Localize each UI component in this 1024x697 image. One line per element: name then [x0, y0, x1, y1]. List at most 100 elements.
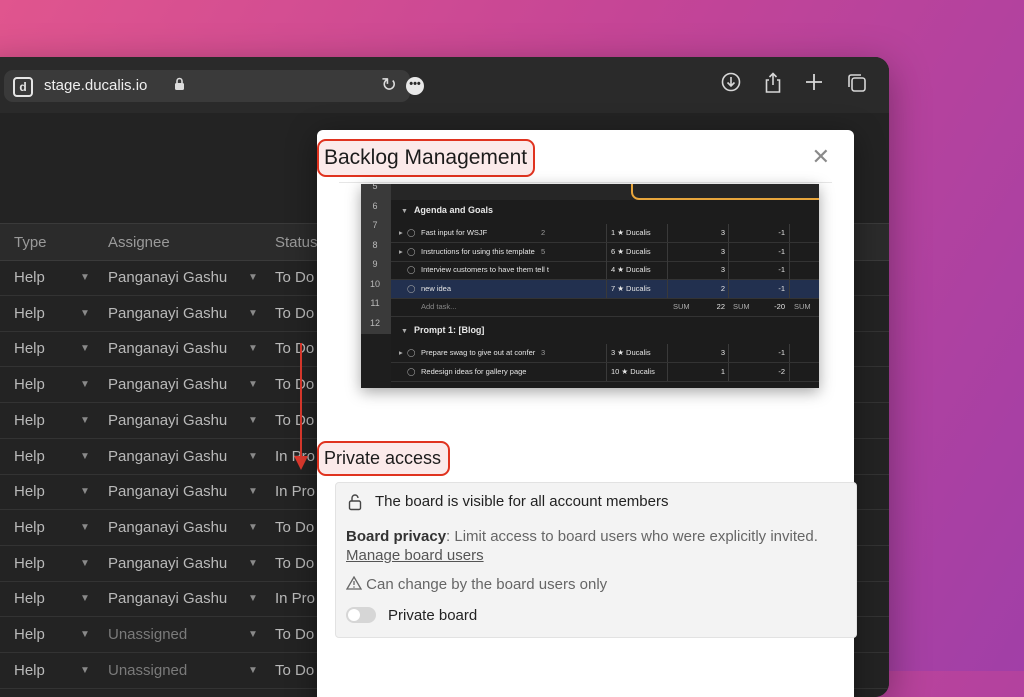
status-cell[interactable]: To Do: [275, 555, 314, 572]
chevron-down-icon[interactable]: ▼: [80, 486, 90, 497]
address-bar[interactable]: d stage.ducalis.io ↻ •••: [4, 70, 424, 102]
chevron-down-icon[interactable]: ▼: [80, 558, 90, 569]
column-header-type[interactable]: Type: [14, 234, 47, 251]
board-privacy-description: Board privacy: Limit access to board use…: [346, 527, 846, 565]
chevron-down-icon[interactable]: ▼: [248, 415, 258, 426]
reload-icon[interactable]: ↻: [381, 74, 397, 97]
preview-grid-line: [728, 224, 729, 242]
chevron-down-icon[interactable]: ▼: [80, 415, 90, 426]
assignee-cell[interactable]: Panganayi Gashu: [108, 376, 227, 393]
check-circle-icon: ◯: [407, 228, 416, 237]
preview-row-number: 7: [372, 220, 378, 230]
assignee-cell[interactable]: Panganayi Gashu: [108, 519, 227, 536]
chevron-down-icon[interactable]: ▼: [248, 308, 258, 319]
chevron-down-icon: ▼: [401, 328, 408, 335]
share-icon[interactable]: [763, 72, 783, 100]
assignee-cell[interactable]: Panganayi Gashu: [108, 305, 227, 322]
column-header-status[interactable]: Status: [275, 234, 318, 251]
chevron-down-icon[interactable]: ▼: [80, 379, 90, 390]
preview-group-heading: ▼ Prompt 1: [Blog]: [401, 325, 484, 335]
new-tab-icon[interactable]: [804, 72, 824, 98]
type-cell[interactable]: Help: [14, 519, 45, 536]
preview-task-row: ▸ ◯ Prepare swag to give out at confer 3 3 ★…: [391, 344, 819, 363]
chevron-down-icon[interactable]: ▼: [248, 629, 258, 640]
assignee-cell[interactable]: Panganayi Gashu: [108, 448, 227, 465]
assignee-cell[interactable]: Panganayi Gashu: [108, 483, 227, 500]
modal-title: Backlog Management: [317, 139, 535, 177]
preview-impact: 3: [720, 348, 725, 357]
download-icon[interactable]: [721, 72, 741, 98]
type-cell[interactable]: Help: [14, 626, 45, 643]
chevron-down-icon[interactable]: ▼: [80, 343, 90, 354]
assignee-cell[interactable]: Unassigned: [108, 626, 187, 643]
status-cell[interactable]: To Do: [275, 662, 314, 679]
private-board-toggle[interactable]: [346, 607, 376, 623]
preview-grid-line: [606, 344, 607, 362]
type-cell[interactable]: Help: [14, 662, 45, 679]
preview-row-number: 8: [372, 239, 378, 250]
preview-effort: -1: [778, 228, 785, 237]
type-cell[interactable]: Help: [14, 305, 45, 322]
warning-icon: [345, 575, 366, 593]
type-cell[interactable]: Help: [14, 340, 45, 357]
chevron-down-icon[interactable]: ▼: [248, 486, 258, 497]
status-cell[interactable]: In Pro: [275, 590, 315, 607]
preview-row-number: 5: [372, 184, 378, 191]
preview-grid-line: [606, 224, 607, 242]
status-cell[interactable]: To Do: [275, 519, 314, 536]
chevron-down-icon[interactable]: ▼: [248, 379, 258, 390]
assignee-cell[interactable]: Panganayi Gashu: [108, 269, 227, 286]
status-cell[interactable]: In Pro: [275, 483, 315, 500]
assignee-cell[interactable]: Panganayi Gashu: [108, 340, 227, 357]
type-cell[interactable]: Help: [14, 483, 45, 500]
chevron-down-icon[interactable]: ▼: [80, 522, 90, 533]
more-icon[interactable]: •••: [406, 77, 424, 95]
status-cell[interactable]: To Do: [275, 412, 314, 429]
close-icon[interactable]: ✕: [812, 146, 830, 168]
preview-grid-line: [728, 279, 729, 298]
preview-group-title: Prompt 1: [Blog]: [413, 325, 485, 335]
private-access-heading: Private access: [317, 441, 450, 476]
chevron-down-icon[interactable]: ▼: [248, 522, 258, 533]
preview-effort: -1: [778, 283, 785, 293]
preview-sum-label: SUM: [733, 302, 750, 311]
preview-grid-line: [606, 279, 607, 298]
assignee-cell[interactable]: Unassigned: [108, 662, 187, 679]
chevron-down-icon[interactable]: ▼: [80, 665, 90, 676]
chevron-down-icon[interactable]: ▼: [248, 665, 258, 676]
chevron-down-icon[interactable]: ▼: [248, 593, 258, 604]
preview-grid-line: [789, 279, 790, 298]
type-cell[interactable]: Help: [14, 412, 45, 429]
preview-row-number: 6: [372, 200, 378, 211]
column-header-assignee[interactable]: Assignee: [108, 234, 170, 251]
chevron-down-icon[interactable]: ▼: [80, 451, 90, 462]
type-cell[interactable]: Help: [14, 376, 45, 393]
type-cell[interactable]: Help: [14, 448, 45, 465]
type-cell[interactable]: Help: [14, 269, 45, 286]
url-text[interactable]: stage.ducalis.io: [44, 77, 147, 94]
chevron-down-icon[interactable]: ▼: [248, 558, 258, 569]
preview-grid-line: [789, 242, 790, 261]
assignee-cell[interactable]: Panganayi Gashu: [108, 412, 227, 429]
status-cell[interactable]: To Do: [275, 305, 314, 322]
type-cell[interactable]: Help: [14, 555, 45, 572]
chevron-down-icon: ▼: [401, 208, 408, 215]
assignee-cell[interactable]: Panganayi Gashu: [108, 590, 227, 607]
chevron-down-icon[interactable]: ▼: [80, 629, 90, 640]
preview-impact: 2: [720, 283, 725, 293]
status-cell[interactable]: To Do: [275, 626, 314, 643]
chevron-down-icon[interactable]: ▼: [248, 272, 258, 283]
manage-board-users-link[interactable]: Manage board users: [346, 547, 484, 564]
status-cell[interactable]: To Do: [275, 340, 314, 357]
status-cell[interactable]: To Do: [275, 269, 314, 286]
type-cell[interactable]: Help: [14, 590, 45, 607]
tabs-icon[interactable]: [846, 72, 868, 100]
board-settings-modal: Backlog Management ✕ 5 6 7 8 9 10 11 12 ▼ Agenda…: [317, 130, 857, 697]
chevron-down-icon[interactable]: ▼: [248, 451, 258, 462]
assignee-cell[interactable]: Panganayi Gashu: [108, 555, 227, 572]
status-cell[interactable]: To Do: [275, 376, 314, 393]
chevron-down-icon[interactable]: ▼: [248, 343, 258, 354]
chevron-down-icon[interactable]: ▼: [80, 593, 90, 604]
chevron-down-icon[interactable]: ▼: [80, 272, 90, 283]
chevron-down-icon[interactable]: ▼: [80, 308, 90, 319]
